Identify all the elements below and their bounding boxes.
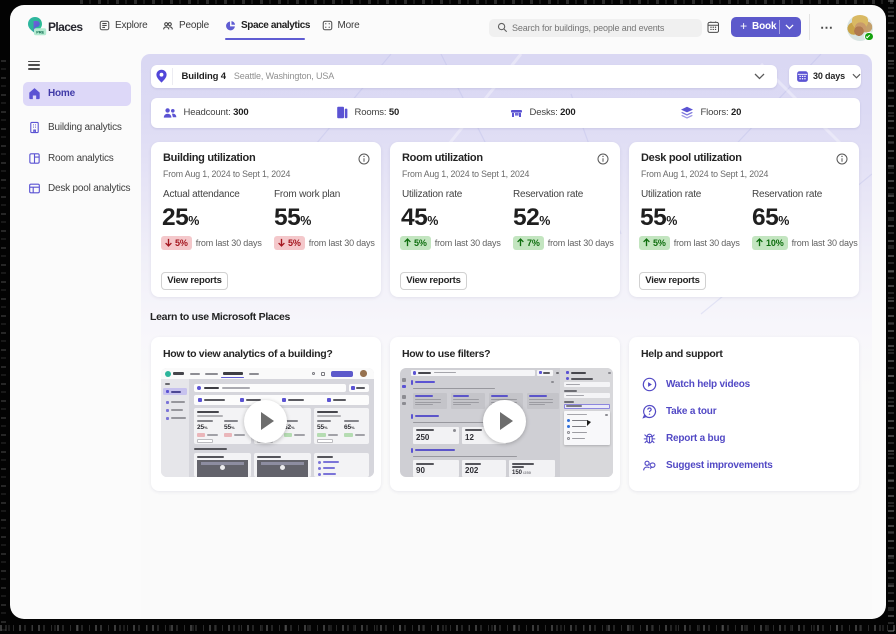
svg-text:PRE: PRE (36, 29, 44, 34)
